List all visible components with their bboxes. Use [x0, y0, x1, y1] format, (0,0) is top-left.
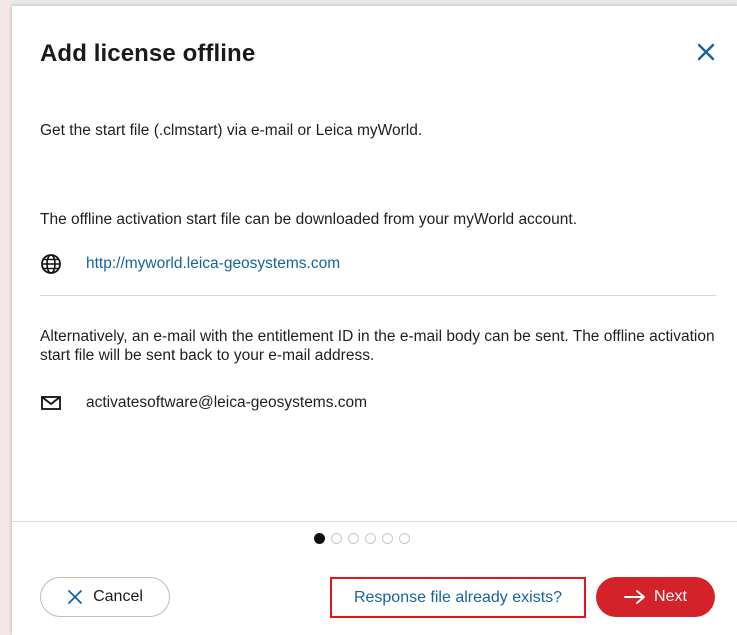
- section-divider: [40, 295, 716, 296]
- add-license-offline-dialog: Add license offline Get the start file (…: [12, 6, 737, 635]
- globe-icon: [41, 254, 61, 274]
- intro-text: Get the start file (.clmstart) via e-mai…: [40, 122, 423, 139]
- pager-dot-1[interactable]: [314, 533, 325, 544]
- pager-dot-3[interactable]: [348, 533, 359, 544]
- myworld-description: The offline activation start file can be…: [40, 211, 578, 228]
- mail-icon: [41, 396, 61, 410]
- cancel-button[interactable]: Cancel: [40, 577, 170, 617]
- x-icon: [68, 590, 82, 604]
- background-app-edge: [0, 0, 12, 635]
- pager-dots: [314, 533, 410, 544]
- close-icon[interactable]: [692, 38, 720, 66]
- pager-dot-5[interactable]: [382, 533, 393, 544]
- myworld-link[interactable]: http://myworld.leica-geosystems.com: [86, 255, 340, 273]
- email-row: activatesoftware@leica-geosystems.com: [40, 392, 367, 414]
- email-description: Alternatively, an e-mail with the entitl…: [40, 328, 715, 364]
- email-address: activatesoftware@leica-geosystems.com: [86, 394, 368, 411]
- pager-dot-6[interactable]: [399, 533, 410, 544]
- pager-dot-2[interactable]: [331, 533, 342, 544]
- dialog-title: Add license offline: [40, 40, 256, 67]
- next-button[interactable]: Next: [596, 577, 715, 617]
- arrow-right-icon: [624, 590, 646, 604]
- footer-divider: [12, 521, 737, 522]
- response-file-link[interactable]: Response file already exists?: [354, 589, 562, 607]
- response-file-highlight: Response file already exists?: [330, 577, 586, 618]
- pager-dot-4[interactable]: [365, 533, 376, 544]
- next-button-label: Next: [654, 588, 687, 605]
- cancel-button-label: Cancel: [93, 588, 143, 605]
- myworld-link-row: http://myworld.leica-geosystems.com: [40, 253, 340, 275]
